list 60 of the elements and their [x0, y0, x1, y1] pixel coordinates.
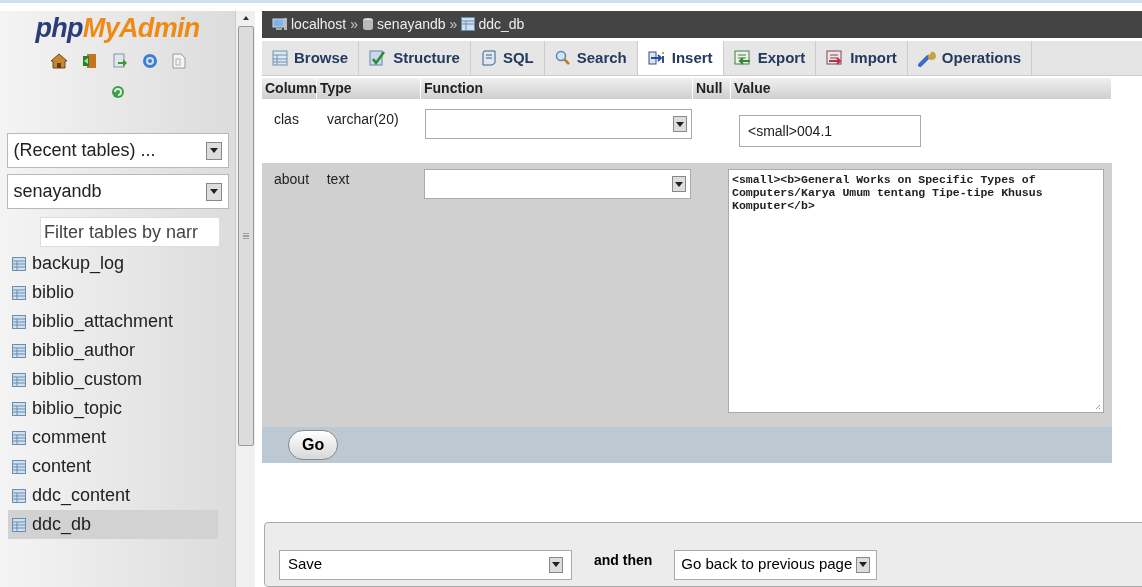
table-list-item[interactable]: content — [8, 452, 218, 481]
database-icon — [362, 17, 375, 32]
document-arrow-icon[interactable] — [111, 53, 128, 69]
breadcrumb-link[interactable]: localhost — [272, 13, 347, 35]
value-textarea[interactable]: <small><b>General Works on Specific Types of Computers/Karya Umum tentang Tipe-tipe Khusus Komputer</b> — [728, 169, 1104, 414]
table-list-item[interactable]: comment — [8, 423, 218, 452]
scrollbar-thumb[interactable] — [237, 26, 254, 446]
table-icon — [12, 256, 26, 271]
help-icon[interactable] — [141, 53, 158, 69]
tab[interactable]: Insert — [637, 40, 724, 75]
and-then-label: and then — [594, 551, 653, 571]
function-select[interactable] — [425, 109, 692, 140]
reload-icon[interactable] — [110, 85, 125, 99]
import-icon — [826, 49, 845, 66]
function-select[interactable] — [424, 169, 692, 200]
after-select[interactable]: Go back to previous page — [674, 549, 878, 580]
table-icon — [12, 459, 26, 474]
table-list-item[interactable]: ddc_db — [8, 510, 218, 539]
table-icon — [12, 401, 26, 416]
recent-tables-select[interactable]: (Recent tables) ... — [6, 133, 229, 168]
table-icon — [12, 343, 26, 358]
export-icon — [733, 49, 752, 66]
table-cell: text — [326, 171, 350, 188]
breadcrumb-separator: » — [449, 14, 458, 34]
table-icon — [12, 285, 26, 300]
table-list-item[interactable]: ddc_content — [8, 481, 218, 510]
home-icon[interactable] — [49, 53, 68, 69]
filter-field[interactable]: Filter tables by narr — [40, 217, 220, 247]
table-icon — [272, 49, 288, 66]
exit-door-icon[interactable] — [81, 53, 98, 69]
go-button[interactable]: Go — [288, 430, 339, 461]
table-list-item[interactable]: biblio_author — [8, 336, 218, 365]
table-list-item[interactable]: backup_log — [8, 249, 218, 278]
table-list-item[interactable]: biblio_topic — [8, 394, 218, 423]
table-cell: clas — [274, 111, 299, 128]
scroll-document-icon — [480, 49, 497, 66]
structure-icon — [369, 49, 388, 66]
resize-grip-icon — [1095, 404, 1101, 411]
document-icon[interactable] — [171, 53, 186, 69]
insert-row-icon — [647, 49, 666, 66]
database-select[interactable]: senayandb — [6, 174, 229, 209]
logo[interactable]: phpMyAdmin — [35, 13, 200, 43]
action-select[interactable]: Save — [279, 549, 572, 580]
table-list-item[interactable]: biblio — [8, 278, 218, 307]
breadcrumb-separator: » — [350, 14, 359, 34]
table-list-item[interactable]: biblio_attachment — [8, 307, 218, 336]
table-icon — [12, 488, 26, 503]
table-icon — [12, 517, 26, 532]
server-icon — [272, 17, 288, 32]
table-icon — [12, 430, 26, 445]
table-cell: about — [274, 171, 310, 188]
search-icon — [554, 49, 571, 66]
breadcrumb-link[interactable]: senayandb — [362, 13, 446, 35]
breadcrumb-link[interactable]: ddc_db — [461, 13, 525, 35]
table-icon — [12, 372, 26, 387]
value-field[interactable]: <small>004.1 — [739, 115, 921, 148]
table-icon — [12, 314, 26, 329]
table-list-item[interactable]: biblio_custom — [8, 365, 218, 394]
table-cell: varchar(20) — [327, 111, 399, 128]
table-icon — [461, 17, 476, 32]
